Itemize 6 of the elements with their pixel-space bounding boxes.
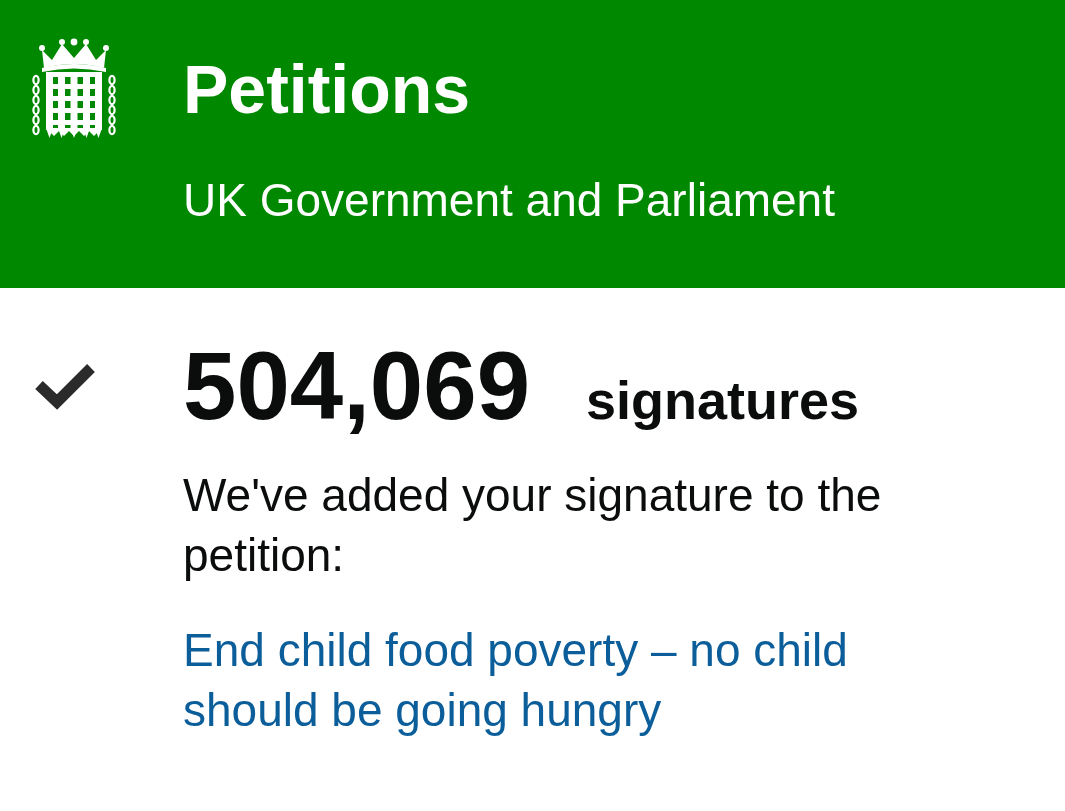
- petition-link[interactable]: End child food poverty – no child should be going hungry: [183, 620, 923, 740]
- site-title: Petitions: [183, 55, 471, 123]
- portcullis-icon: [32, 38, 116, 138]
- confirmation-message: We've added your signature to the petition:: [183, 468, 883, 583]
- signature-count: 504,069: [183, 338, 530, 434]
- site-subtitle: UK Government and Parliament: [183, 177, 835, 223]
